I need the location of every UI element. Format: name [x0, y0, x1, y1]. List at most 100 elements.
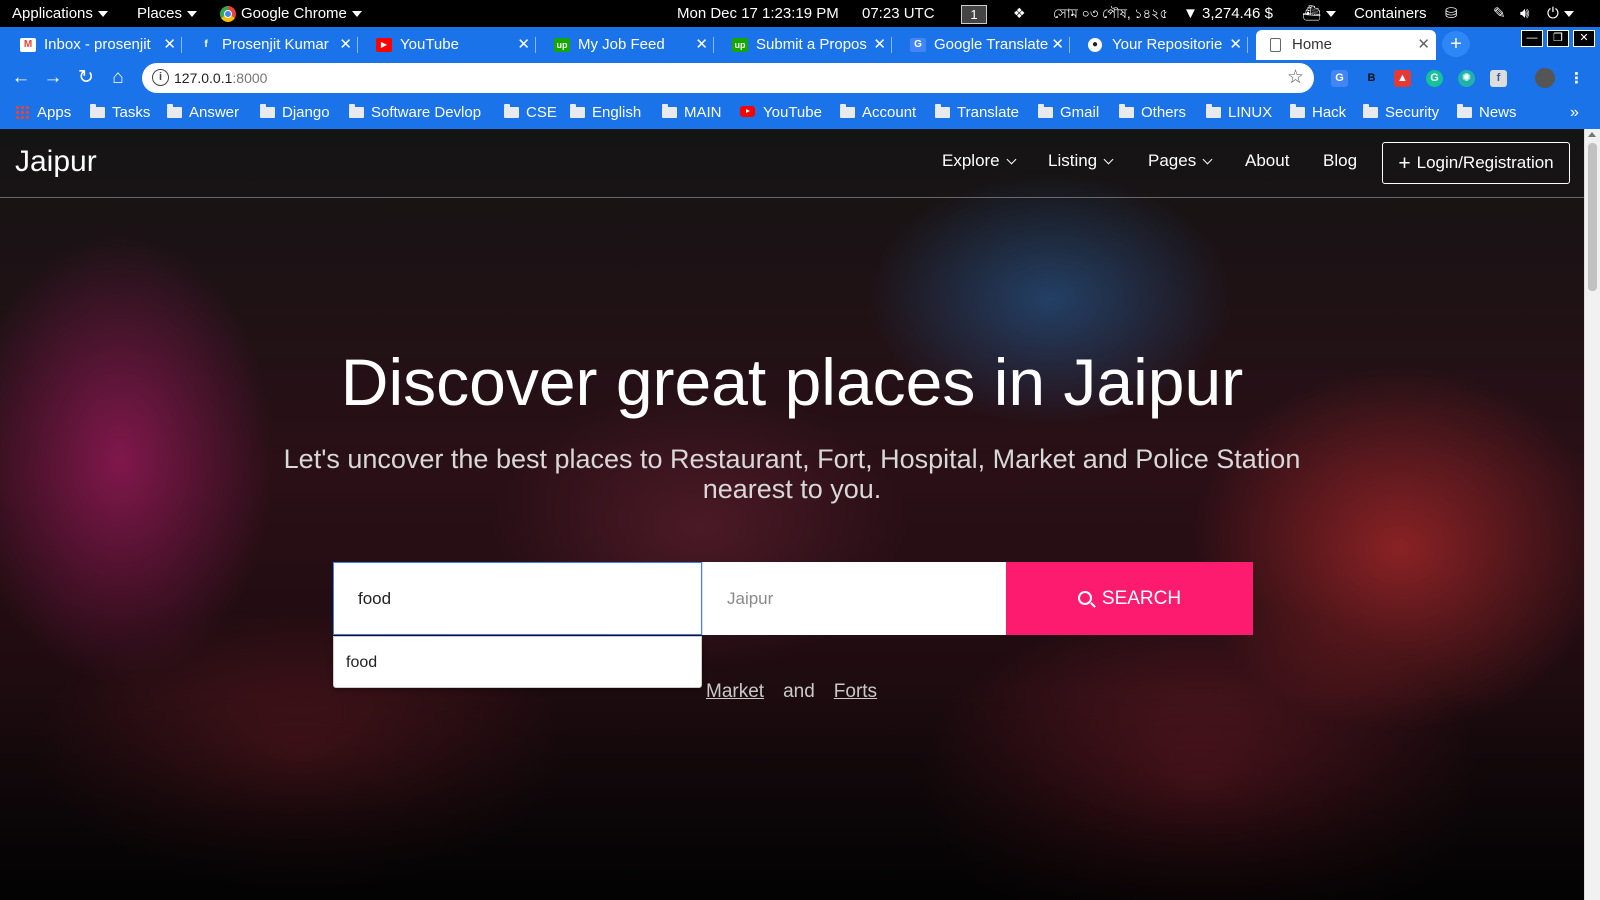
close-icon[interactable]: ✕ — [1229, 30, 1242, 60]
bookmark-folder[interactable]: LINUX — [1206, 97, 1272, 129]
bookmark-folder[interactable]: MAIN — [662, 97, 722, 129]
caret-down-icon — [187, 11, 198, 18]
tab-title: Your Repositorie — [1112, 36, 1223, 53]
folder-icon — [840, 104, 855, 118]
translate-extension-icon[interactable]: G — [1331, 70, 1348, 87]
bookmark-folder[interactable]: Hack — [1290, 97, 1346, 129]
close-icon[interactable]: ✕ — [1051, 30, 1064, 60]
profile-avatar[interactable] — [1535, 68, 1555, 88]
active-app-menu[interactable]: Google Chrome — [220, 0, 362, 27]
more-bookmarks-icon[interactable]: » — [1570, 97, 1579, 129]
url-text[interactable]: 127.0.0.1:8000 — [174, 63, 267, 93]
workspace-indicator[interactable]: 1 — [961, 0, 987, 27]
home-button[interactable]: ⌂ — [105, 65, 131, 91]
bookmark-apps[interactable]: Apps — [15, 97, 71, 129]
tab-home[interactable]: Home ✕ — [1256, 30, 1436, 60]
bookmark-folder[interactable]: Tasks — [90, 97, 150, 129]
bookmark-folder[interactable]: CSE — [504, 97, 557, 129]
tab-strip: M Inbox - prosenjit ✕ f Prosenjit Kumar … — [0, 27, 1600, 60]
forward-button[interactable]: → — [40, 65, 66, 91]
site-logo[interactable]: Jaipur — [15, 145, 97, 179]
crypto-balance[interactable]: ▼ 3,274.46 $ — [1183, 0, 1273, 27]
bookmark-folder[interactable]: Gmail — [1038, 97, 1099, 129]
db-icon[interactable]: ⛁ — [1445, 0, 1458, 27]
close-icon[interactable]: ✕ — [163, 30, 176, 60]
pdf-extension-icon[interactable]: ▲ — [1394, 70, 1411, 87]
apps-grid-icon — [15, 105, 29, 119]
clock[interactable]: Mon Dec 17 1:23:19 PM — [677, 0, 839, 27]
bookmark-youtube[interactable]: YouTube — [740, 97, 822, 129]
new-tab-button[interactable]: + — [1442, 31, 1470, 57]
close-icon[interactable]: ✕ — [873, 30, 886, 60]
tab-youtube[interactable]: ▶ YouTube ✕ — [364, 30, 536, 60]
react-extension-icon[interactable]: ✺ — [1458, 70, 1475, 87]
scroll-up-arrow-icon[interactable] — [1588, 132, 1596, 137]
close-icon[interactable]: ✕ — [339, 30, 352, 60]
folder-icon — [570, 104, 585, 118]
grammarly-extension-icon[interactable]: G — [1426, 70, 1443, 87]
minimize-button[interactable]: — — [1521, 30, 1543, 47]
tab-submit-proposal[interactable]: up Submit a Propos ✕ — [720, 30, 892, 60]
facebook-extension-icon[interactable]: f — [1490, 70, 1507, 87]
bookmark-folder[interactable]: Others — [1119, 97, 1186, 129]
pen-icon[interactable]: ✎ — [1493, 0, 1506, 27]
address-bar[interactable]: i 127.0.0.1:8000 ☆ — [142, 63, 1314, 93]
folder-icon — [1119, 104, 1134, 118]
search-location-input[interactable] — [702, 562, 1006, 635]
folder-icon — [504, 104, 519, 118]
applications-menu[interactable]: Applications — [12, 0, 108, 27]
bold-extension-icon[interactable]: B — [1363, 70, 1380, 87]
folder-icon — [260, 104, 275, 118]
docker-menu[interactable]: ⛴ — [1302, 0, 1337, 27]
close-icon[interactable]: ✕ — [695, 30, 708, 60]
reload-button[interactable]: ↻ — [73, 65, 99, 91]
power-menu[interactable]: ⏻ — [1547, 0, 1574, 27]
menu-kebab-icon[interactable]: ⋮ — [1568, 70, 1585, 87]
bookmark-folder[interactable]: Django — [260, 97, 330, 129]
nav-blog[interactable]: Blog — [1323, 151, 1357, 171]
info-icon[interactable]: i — [152, 69, 169, 86]
bookmark-folder[interactable]: News — [1457, 97, 1517, 129]
tab-github-repositories[interactable]: ● Your Repositorie ✕ — [1076, 30, 1248, 60]
popular-link-market[interactable]: Market — [706, 681, 764, 702]
nav-explore[interactable]: Explore — [942, 151, 1017, 171]
containers-label[interactable]: Containers — [1354, 0, 1427, 27]
tab-title: My Job Feed — [578, 36, 665, 53]
restore-button[interactable]: ❐ — [1547, 30, 1569, 47]
folder-icon — [1457, 104, 1472, 118]
github-icon: ● — [1088, 38, 1102, 52]
scrollbar-thumb[interactable] — [1588, 143, 1597, 291]
close-icon[interactable]: ✕ — [517, 30, 530, 60]
arrow-left-icon: ← — [11, 67, 31, 88]
close-window-button[interactable]: ✕ — [1573, 30, 1595, 47]
tab-title: Submit a Propos — [756, 36, 867, 53]
search-button[interactable]: SEARCH — [1006, 562, 1253, 635]
volume-icon[interactable]: 🔊︎ — [1520, 0, 1529, 27]
search-what-input[interactable] — [333, 562, 702, 635]
close-icon[interactable]: ✕ — [1417, 30, 1430, 60]
bookmark-folder[interactable]: English — [570, 97, 641, 129]
tab-facebook[interactable]: f Prosenjit Kumar ✕ — [186, 30, 358, 60]
bookmark-folder[interactable]: Account — [840, 97, 916, 129]
autocomplete-option[interactable]: food — [334, 637, 701, 689]
tab-my-job-feed[interactable]: up My Job Feed ✕ — [542, 30, 714, 60]
nav-about[interactable]: About — [1245, 151, 1289, 171]
nav-pages[interactable]: Pages — [1148, 151, 1213, 171]
nav-listing[interactable]: Listing — [1048, 151, 1114, 171]
back-button[interactable]: ← — [8, 65, 34, 91]
bookmark-folder[interactable]: Security — [1363, 97, 1439, 129]
dropbox-icon[interactable]: ❖ — [1013, 0, 1026, 27]
tab-google-translate[interactable]: G Google Translate ✕ — [898, 30, 1070, 60]
home-icon: ⌂ — [112, 67, 124, 88]
bookmark-folder[interactable]: Translate — [935, 97, 1019, 129]
tab-inbox[interactable]: M Inbox - prosenjit ✕ — [8, 30, 182, 60]
bookmark-folder[interactable]: Answer — [167, 97, 239, 129]
places-menu[interactable]: Places — [137, 0, 198, 27]
google-translate-icon: G — [910, 38, 926, 52]
popular-link-forts[interactable]: Forts — [834, 681, 877, 702]
search-icon — [1077, 590, 1092, 605]
login-registration-button[interactable]: + Login/Registration — [1382, 142, 1570, 184]
bookmark-star-icon[interactable]: ☆ — [1287, 63, 1304, 93]
tab-title: Prosenjit Kumar — [222, 36, 329, 53]
bookmark-folder[interactable]: Software Devlop — [349, 97, 481, 129]
